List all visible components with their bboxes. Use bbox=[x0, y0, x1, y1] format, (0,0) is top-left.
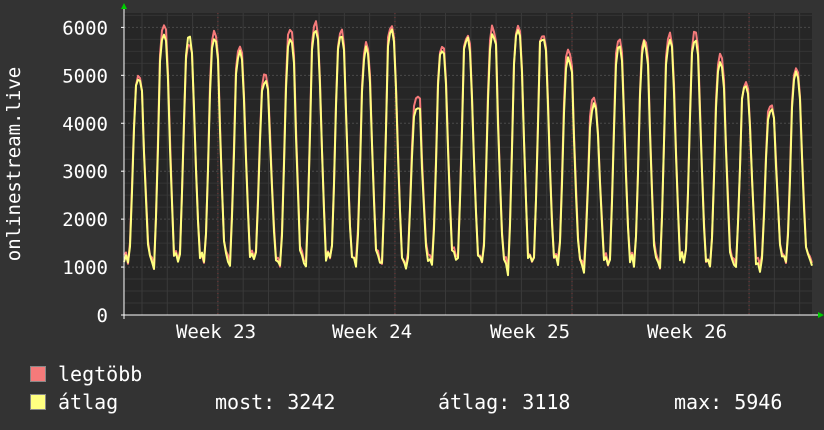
legend: legtöbb átlag most: 3242 átlag: 3118 max… bbox=[30, 360, 810, 416]
y-axis-title: onlinestream.live bbox=[3, 67, 25, 261]
y-tick-label: 3000 bbox=[62, 161, 108, 183]
stat-current: most: 3242 bbox=[215, 390, 336, 414]
x-tick-label: Week 23 bbox=[176, 321, 256, 340]
x-tick-label: Week 25 bbox=[490, 321, 570, 340]
y-tick-label: 5000 bbox=[62, 65, 108, 87]
y-axis-arrow-icon bbox=[121, 3, 127, 9]
legend-label-max: legtöbb bbox=[58, 362, 143, 386]
legend-label-avg: átlag bbox=[58, 390, 119, 414]
stat-maximum: max: 5946 bbox=[674, 390, 783, 414]
legend-row-avg: átlag most: 3242 átlag: 3118 max: 5946 bbox=[30, 388, 810, 416]
x-tick-label: Week 24 bbox=[332, 321, 412, 340]
y-tick-label: 1000 bbox=[62, 257, 108, 279]
y-tick-label: 4000 bbox=[62, 113, 108, 135]
y-tick-label: 6000 bbox=[62, 17, 108, 39]
legend-swatch-avg bbox=[30, 394, 46, 410]
y-tick-label: 0 bbox=[97, 305, 108, 327]
legend-row-max: legtöbb bbox=[30, 360, 810, 388]
legend-swatch-max bbox=[30, 366, 46, 382]
x-tick-label: Week 26 bbox=[647, 321, 727, 340]
chart: 0 1000 2000 3000 4000 5000 6000 Week 23 Week 24 W… bbox=[3, 3, 824, 340]
y-tick-label: 2000 bbox=[62, 209, 108, 231]
stat-average: átlag: 3118 bbox=[438, 390, 571, 414]
x-axis-arrow-icon bbox=[818, 312, 824, 318]
plot-area bbox=[124, 13, 812, 315]
